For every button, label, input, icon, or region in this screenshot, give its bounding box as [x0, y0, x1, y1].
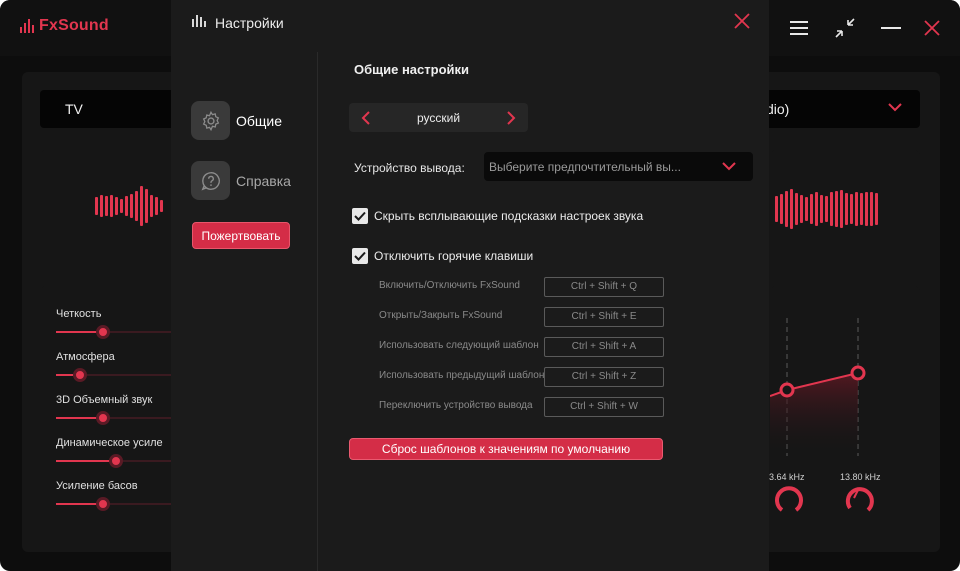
nav-label: Общие — [236, 112, 283, 129]
effect-bass-boost: Усиление басов — [56, 480, 186, 511]
preset-selector[interactable]: TV — [40, 90, 180, 128]
preset-label: TV — [65, 101, 83, 117]
reset-presets-button[interactable]: Сброс шаблонов к значениям по умолчанию — [349, 438, 663, 460]
menu-icon[interactable] — [785, 14, 813, 42]
slider-knob[interactable] — [96, 497, 110, 511]
eq-freq-label: 13.80 kHz — [840, 472, 881, 482]
slider-knob[interactable] — [96, 325, 110, 339]
minimize-player-icon[interactable] — [831, 14, 859, 42]
chevron-down-icon — [888, 103, 902, 112]
language-value: русский — [416, 111, 461, 125]
effect-label: Динамическое усиле — [56, 437, 163, 449]
effect-slider[interactable] — [56, 411, 176, 425]
waveform-left — [95, 186, 163, 226]
close-app-icon[interactable] — [918, 14, 946, 42]
hotkey-row: Переключить устройство вывода Ctrl + Shi… — [379, 397, 669, 417]
effect-clarity: Четкость — [56, 308, 186, 339]
effect-label: 3D Объемный звук — [56, 394, 153, 406]
hotkey-field[interactable]: Ctrl + Shift + E — [544, 307, 664, 327]
equalizer-icon — [192, 15, 206, 27]
output-device-placeholder: Выберите предпочтительный вы... — [489, 160, 681, 174]
effect-label: Четкость — [56, 308, 102, 320]
eq-freq-label: 3.64 kHz — [769, 472, 805, 482]
nav-item-general[interactable]: Общие — [191, 101, 282, 140]
slider-knob[interactable] — [73, 368, 87, 382]
hotkey-field[interactable]: Ctrl + Shift + W — [544, 397, 664, 417]
dialog-header: Настройки — [171, 0, 769, 46]
effects-panel: Четкость Атмосфера 3D Объемный звук Дина… — [40, 286, 176, 536]
chevron-right-icon[interactable] — [504, 110, 518, 126]
hotkey-field[interactable]: Ctrl + Shift + A — [544, 337, 664, 357]
slider-knob[interactable] — [109, 454, 123, 468]
effect-ambience: Атмосфера — [56, 351, 186, 382]
disable-hotkeys-label: Отключить горячие клавиши — [374, 249, 534, 263]
waveform-right — [775, 189, 878, 229]
help-icon — [191, 161, 230, 200]
equalizer-panel: 3.64 kHz 13.80 kHz — [769, 286, 920, 536]
hotkey-row: Открыть/Закрыть FxSound Ctrl + Shift + E — [379, 307, 669, 327]
output-device-label: Устройство вывода: — [354, 161, 465, 175]
chevron-down-icon — [722, 162, 736, 171]
minimize-icon[interactable] — [877, 14, 905, 42]
slider-knob[interactable] — [96, 411, 110, 425]
disable-hotkeys-checkbox[interactable] — [352, 248, 368, 264]
close-icon[interactable] — [733, 12, 751, 30]
checkmark-icon — [354, 211, 366, 221]
dialog-title: Настройки — [215, 15, 284, 31]
eq-curve — [770, 318, 874, 512]
eq-point[interactable] — [850, 365, 866, 381]
nav-label: Справка — [236, 172, 291, 189]
hotkey-label: Включить/Отключить FxSound — [379, 280, 520, 291]
fxsound-window: FxSound TV dio) Четкость Атмосфера 3D Об… — [0, 0, 960, 571]
nav-item-help[interactable]: Справка — [191, 161, 291, 200]
gear-icon — [191, 101, 230, 140]
eq-point[interactable] — [779, 382, 795, 398]
hotkey-field[interactable]: Ctrl + Shift + Z — [544, 367, 664, 387]
donate-button[interactable]: Пожертвовать — [192, 222, 290, 249]
disable-hotkeys-option[interactable]: Отключить горячие клавиши — [352, 248, 533, 264]
hotkey-row: Использовать предыдущий шаблон Ctrl + Sh… — [379, 367, 669, 387]
effect-label: Атмосфера — [56, 351, 115, 363]
sidebar-divider — [317, 52, 318, 571]
settings-dialog: Настройки Общие Справка Пожертвовать Общ… — [171, 0, 769, 571]
device-label: dio) — [766, 101, 790, 117]
hide-tips-option[interactable]: Скрыть всплывающие подсказки настроек зв… — [352, 208, 643, 224]
effect-slider[interactable] — [56, 368, 176, 382]
effect-slider[interactable] — [56, 497, 176, 511]
device-selector[interactable]: dio) — [760, 90, 920, 128]
hotkey-label: Переключить устройство вывода — [379, 400, 533, 411]
hotkey-row: Использовать следующий шаблон Ctrl + Shi… — [379, 337, 669, 357]
effect-label: Усиление басов — [56, 480, 138, 492]
language-selector: русский — [349, 103, 528, 132]
app-logo: FxSound — [20, 17, 109, 35]
hide-tips-checkbox[interactable] — [352, 208, 368, 224]
checkmark-icon — [354, 251, 366, 261]
section-title: Общие настройки — [354, 62, 469, 77]
output-device-select[interactable]: Выберите предпочтительный вы... — [484, 152, 753, 181]
effect-surround: 3D Объемный звук — [56, 394, 186, 425]
hotkey-label: Использовать предыдущий шаблон — [379, 370, 545, 381]
effect-slider[interactable] — [56, 454, 176, 468]
hotkey-field[interactable]: Ctrl + Shift + Q — [544, 277, 664, 297]
logo-text: FxSound — [39, 17, 109, 34]
hotkey-label: Открыть/Закрыть FxSound — [379, 310, 503, 321]
hotkey-label: Использовать следующий шаблон — [379, 340, 539, 351]
hide-tips-label: Скрыть всплывающие подсказки настроек зв… — [374, 209, 644, 223]
effect-slider[interactable] — [56, 325, 176, 339]
effect-dynamic-boost: Динамическое усиле — [56, 437, 186, 468]
logo-icon — [20, 19, 34, 33]
hotkey-row: Включить/Отключить FxSound Ctrl + Shift … — [379, 277, 669, 297]
